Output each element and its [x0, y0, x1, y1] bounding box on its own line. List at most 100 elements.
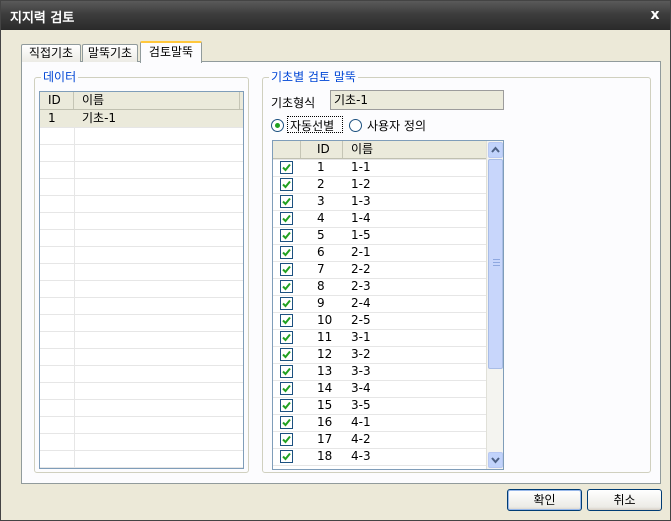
- tab-panel-review-piles: 데이터 ID 이름 1 기초-1 기초별 검토 말뚝 기초형식 기초-1 자동선…: [21, 61, 661, 484]
- table-row[interactable]: 9 2-4: [273, 295, 486, 312]
- row-name: 1-5: [351, 228, 371, 242]
- table-row[interactable]: 14 3-4: [273, 380, 486, 397]
- checkmark-icon: [282, 231, 291, 240]
- row-name: 2-1: [351, 245, 371, 259]
- row-name: 2-2: [351, 262, 371, 276]
- table-row[interactable]: 13 3-3: [273, 363, 486, 380]
- row-id: 10: [317, 313, 333, 327]
- title-bar[interactable]: 지지력 검토 x: [1, 1, 670, 30]
- column-header-id[interactable]: ID: [301, 141, 343, 158]
- table-row[interactable]: 8 2-3: [273, 278, 486, 295]
- chevron-down-icon[interactable]: [488, 452, 503, 468]
- radio-auto-select-label[interactable]: 자동선별: [290, 117, 334, 134]
- chevron-up-icon[interactable]: [488, 142, 503, 158]
- row-id: 15: [317, 398, 333, 412]
- checkmark-icon: [282, 316, 291, 325]
- table-row[interactable]: 18 4-3: [273, 448, 486, 465]
- window-title: 지지력 검토: [10, 11, 75, 26]
- table-row[interactable]: 5 1-5: [273, 227, 486, 244]
- checkmark-icon: [282, 265, 291, 274]
- tab-review-piles[interactable]: 검토말뚝: [140, 41, 202, 63]
- table-row[interactable]: 4 1-4: [273, 210, 486, 227]
- checkmark-icon: [282, 435, 291, 444]
- row-checkbox[interactable]: [280, 382, 293, 395]
- table-row[interactable]: 2 1-2: [273, 176, 486, 193]
- table-row[interactable]: 1 기초-1: [40, 110, 243, 127]
- table-row[interactable]: 16 4-1: [273, 414, 486, 431]
- row-checkbox[interactable]: [280, 433, 293, 446]
- row-name: 2-4: [351, 296, 371, 310]
- close-icon[interactable]: x: [646, 6, 664, 24]
- scrollbar-thumb[interactable]: [488, 159, 503, 369]
- row-id: 14: [317, 381, 333, 395]
- table-row[interactable]: 1 1-1: [273, 159, 486, 176]
- row-checkbox[interactable]: [280, 212, 293, 225]
- row-checkbox[interactable]: [280, 450, 293, 463]
- row-id: 7: [317, 262, 325, 276]
- row-id: 12: [317, 347, 333, 361]
- row-name: 4-2: [351, 432, 371, 446]
- row-checkbox[interactable]: [280, 263, 293, 276]
- checkmark-icon: [282, 163, 291, 172]
- row-id: 1: [317, 160, 325, 174]
- column-header-name[interactable]: 이름: [74, 92, 240, 109]
- checkmark-icon: [282, 282, 291, 291]
- row-checkbox[interactable]: [280, 365, 293, 378]
- row-checkbox[interactable]: [280, 229, 293, 242]
- row-id: 13: [317, 364, 333, 378]
- row-checkbox[interactable]: [280, 195, 293, 208]
- row-name: 4-1: [351, 415, 371, 429]
- row-id: 11: [317, 330, 333, 344]
- row-id: 8: [317, 279, 325, 293]
- row-name: 1-4: [351, 211, 371, 225]
- row-checkbox[interactable]: [280, 348, 293, 361]
- table-row[interactable]: 15 3-5: [273, 397, 486, 414]
- column-header-check[interactable]: [273, 141, 301, 158]
- row-name: 1-3: [351, 194, 371, 208]
- column-divider: [74, 110, 75, 468]
- row-checkbox[interactable]: [280, 161, 293, 174]
- cancel-button[interactable]: 취소: [587, 489, 662, 511]
- row-id: 2: [317, 177, 325, 191]
- tab-direct-foundation[interactable]: 직접기초: [21, 44, 81, 62]
- table-row[interactable]: 10 2-5: [273, 312, 486, 329]
- row-checkbox[interactable]: [280, 178, 293, 191]
- row-name: 3-1: [351, 330, 371, 344]
- row-checkbox[interactable]: [280, 331, 293, 344]
- checkmark-icon: [282, 452, 291, 461]
- row-id: 6: [317, 245, 325, 259]
- row-id: 4: [317, 211, 325, 225]
- row-checkbox[interactable]: [280, 314, 293, 327]
- radio-user-defined[interactable]: [349, 119, 362, 132]
- vertical-scrollbar[interactable]: [486, 141, 503, 469]
- row-id: 17: [317, 432, 333, 446]
- row-name: 1-1: [351, 160, 371, 174]
- table-row[interactable]: 3 1-3: [273, 193, 486, 210]
- table-row[interactable]: 12 3-2: [273, 346, 486, 363]
- column-header-name[interactable]: 이름: [343, 141, 488, 158]
- row-id: 3: [317, 194, 325, 208]
- row-name: 2-5: [351, 313, 371, 327]
- tab-pile-foundation[interactable]: 말뚝기초: [82, 44, 138, 62]
- table-row[interactable]: 17 4-2: [273, 431, 486, 448]
- row-name: 3-3: [351, 364, 371, 378]
- row-checkbox[interactable]: [280, 246, 293, 259]
- row-checkbox[interactable]: [280, 297, 293, 310]
- column-header-id[interactable]: ID: [40, 92, 74, 109]
- radio-auto-select[interactable]: [271, 119, 284, 132]
- table-row[interactable]: 11 3-1: [273, 329, 486, 346]
- table-row[interactable]: 6 2-1: [273, 244, 486, 261]
- row-name: 4-3: [351, 449, 371, 463]
- ok-button[interactable]: 확인: [507, 489, 582, 511]
- radio-user-defined-label[interactable]: 사용자 정의: [367, 117, 426, 134]
- pile-group: 기초별 검토 말뚝 기초형식 기초-1 자동선별 사용자 정의 ID 이름 11…: [262, 70, 651, 473]
- table-row[interactable]: 7 2-2: [273, 261, 486, 278]
- checkmark-icon: [282, 384, 291, 393]
- data-grid-gridlines: [40, 110, 243, 468]
- row-checkbox[interactable]: [280, 416, 293, 429]
- row-checkbox[interactable]: [280, 399, 293, 412]
- data-grid-header: ID 이름: [40, 92, 243, 110]
- row-checkbox[interactable]: [280, 280, 293, 293]
- checkmark-icon: [282, 350, 291, 359]
- checkmark-icon: [282, 299, 291, 308]
